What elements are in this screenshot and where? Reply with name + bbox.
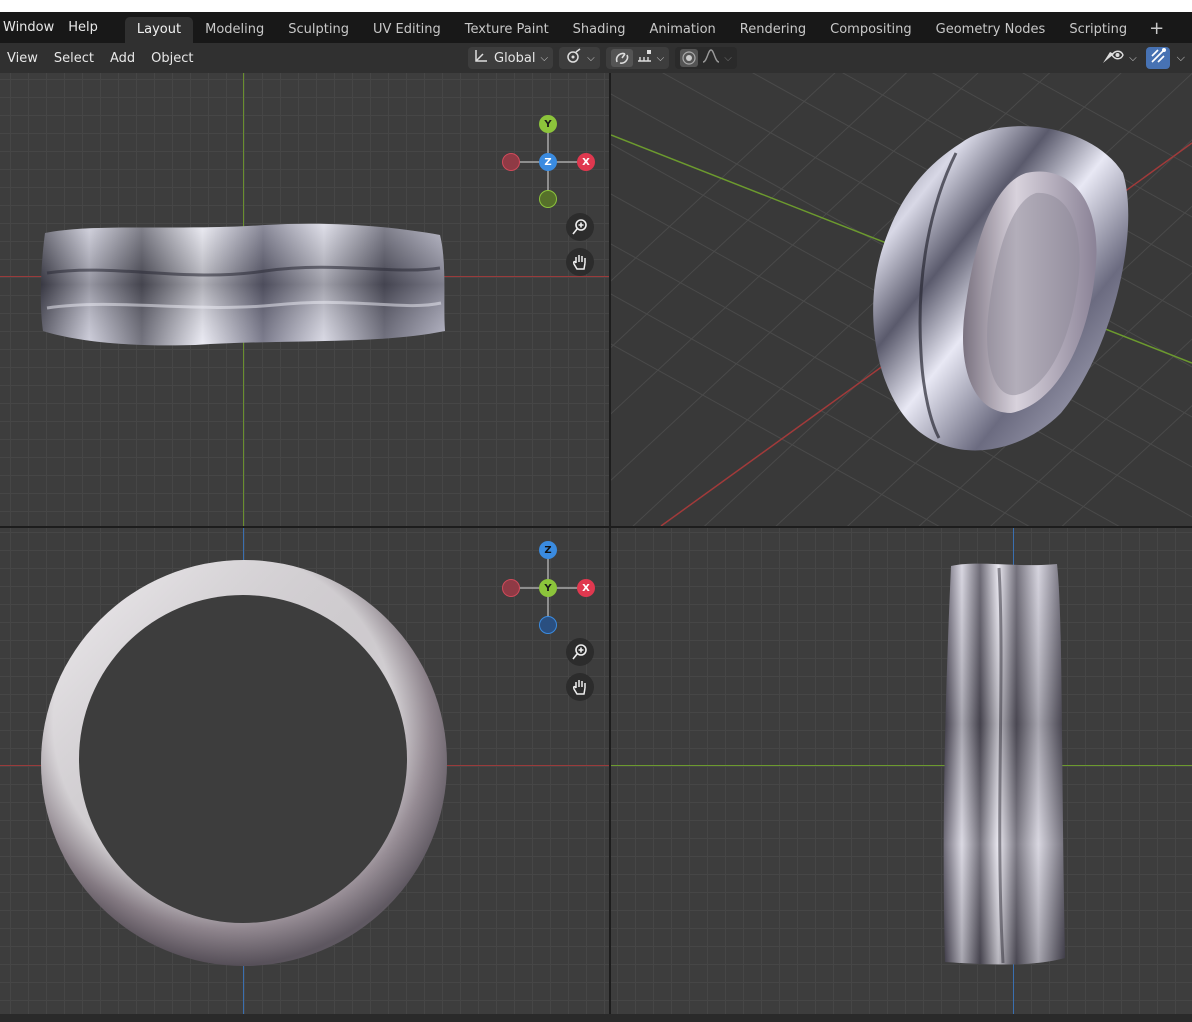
tab-scripting[interactable]: Scripting [1057,17,1139,43]
tab-geometry-nodes[interactable]: Geometry Nodes [924,17,1058,43]
pivot-point-dropdown[interactable]: ⌵ [559,47,600,69]
tab-sculpting[interactable]: Sculpting [276,17,361,43]
tab-layout[interactable]: Layout [124,16,194,43]
gizmo-z-axis[interactable]: Z [539,153,557,171]
gizmo-y-axis[interactable]: Y [539,579,557,597]
snap-increment-icon[interactable] [636,48,654,68]
pan-hand-icon[interactable] [566,673,594,701]
top-bar: Window Help Layout Modeling Sculpting UV… [0,12,1192,43]
ring-perspective[interactable] [861,113,1141,463]
menu-view[interactable]: View [0,51,46,66]
menu-help[interactable]: Help [61,12,105,43]
tab-compositing[interactable]: Compositing [818,17,924,43]
proportional-edit-group: ⌵ [675,47,737,69]
visibility-icon [1102,48,1124,68]
viewport-front-view[interactable]: Z Y X [0,528,609,1014]
visibility-dropdown[interactable]: ⌵ [1097,47,1142,69]
pan-hand-icon[interactable] [566,248,594,276]
workspace-tabs: Layout Modeling Sculpting UV Editing Tex… [124,12,1174,43]
tab-animation[interactable]: Animation [637,17,727,43]
chevron-down-icon: ⌵ [1129,52,1137,64]
viewport-top-view[interactable]: Y Z X [0,73,609,526]
chevron-down-icon: ⌵ [724,52,732,64]
menu-object[interactable]: Object [143,51,201,66]
viewport-header: View Select Add Object Global ⌵ ⌵ ⌵ ⌵ ⌵ … [0,43,1192,73]
chevron-down-icon: ⌵ [656,52,665,64]
transform-orientation-icon [473,48,489,68]
status-bar [0,1014,1192,1022]
gizmo-neg-x-axis[interactable] [502,579,520,597]
header-right-tools: ⌵ ⌵ [1097,47,1188,69]
chevron-down-icon[interactable]: ⌵ [1174,51,1188,65]
pivot-icon [564,48,582,68]
ring-right-view[interactable] [939,558,1069,973]
navigation-gizmo[interactable]: Z Y X [494,534,604,644]
gizmo-toggle[interactable] [1145,47,1170,69]
menu-add[interactable]: Add [102,51,143,66]
menu-window[interactable]: Window [0,12,61,43]
ring-front-view[interactable] [36,558,452,974]
transform-orientation-dropdown[interactable]: Global ⌵ [468,47,554,69]
menu-select[interactable]: Select [46,51,102,66]
viewport-right-view[interactable] [611,528,1192,1014]
header-center-tools: Global ⌵ ⌵ ⌵ ⌵ [468,47,737,69]
gizmo-y-axis[interactable]: Y [539,115,557,133]
window-top-edge [0,0,1192,12]
falloff-icon[interactable] [702,49,720,67]
gizmo-neg-x-axis[interactable] [502,153,520,171]
tab-rendering[interactable]: Rendering [728,17,818,43]
chevron-down-icon: ⌵ [587,52,595,64]
proportional-edit-icon[interactable] [680,49,699,67]
navigation-gizmo[interactable]: Y Z X [494,108,604,218]
gizmo-neg-z-axis[interactable] [539,616,557,634]
tab-uv-editing[interactable]: UV Editing [361,17,453,43]
zoom-icon[interactable] [566,638,594,666]
y-axis-line [611,765,1192,766]
transform-orientation-label: Global [494,50,536,66]
tab-shading[interactable]: Shading [561,17,638,43]
gizmo-neg-y-axis[interactable] [539,190,557,208]
ring-top-view[interactable] [35,213,455,353]
gizmo-z-axis[interactable]: Z [539,541,557,559]
viewport-perspective[interactable] [611,73,1192,526]
snap-group: ⌵ [605,47,670,69]
gizmo-icon [1149,47,1167,69]
chevron-down-icon: ⌵ [540,52,549,64]
add-workspace-button[interactable]: + [1139,18,1174,39]
snap-icon[interactable] [610,49,633,67]
tab-texture-paint[interactable]: Texture Paint [453,17,561,43]
tab-modeling[interactable]: Modeling [193,17,276,43]
zoom-icon[interactable] [566,213,594,241]
gizmo-x-axis[interactable]: X [577,153,595,171]
gizmo-x-axis[interactable]: X [577,579,595,597]
